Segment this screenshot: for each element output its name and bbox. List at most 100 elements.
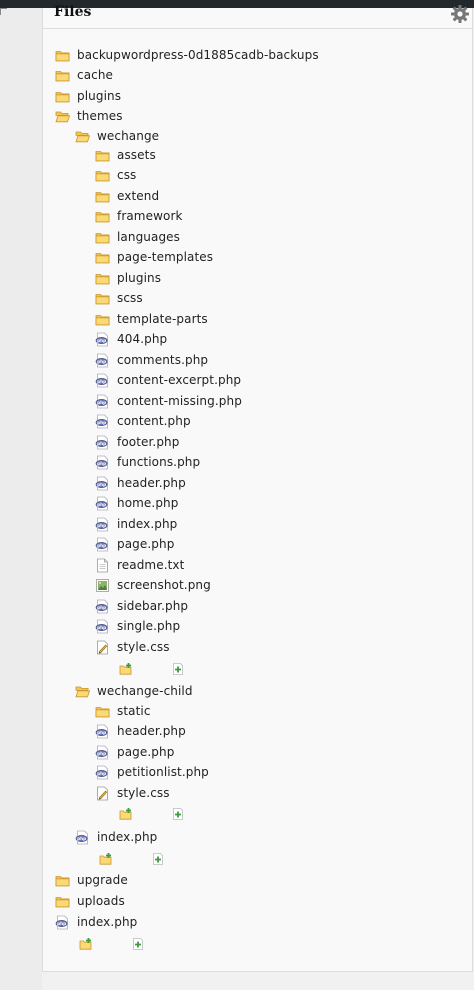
tree-folder-item[interactable]: css	[95, 166, 136, 184]
tree-folder-item[interactable]: scss	[95, 289, 143, 307]
tree-file-item[interactable]: php home.php	[95, 494, 178, 512]
tree-item-label[interactable]: comments.php	[117, 353, 208, 367]
tree-item-label[interactable]: uploads	[77, 894, 125, 908]
tree-item-label[interactable]: header.php	[117, 476, 186, 490]
tree-file-item[interactable]: readme.txt	[95, 556, 184, 574]
tree-item-label[interactable]: themes	[77, 109, 123, 123]
tree-file-item[interactable]: php footer.php	[95, 433, 179, 451]
php-file-icon: php	[95, 476, 110, 491]
tree-item-label[interactable]: plugins	[117, 271, 161, 285]
tree-file-item[interactable]: style.css	[95, 638, 170, 656]
tree-item-label[interactable]: backupwordpress-0d1885cadb-backups	[77, 48, 319, 62]
tree-item-label[interactable]: index.php	[97, 830, 157, 844]
tree-folder-item[interactable]: template-parts	[95, 310, 208, 328]
new-folder-icon[interactable]	[99, 852, 113, 866]
tree-file-item[interactable]: php single.php	[95, 617, 180, 635]
tree-file-item[interactable]: php content-missing.php	[95, 392, 242, 410]
tree-item-label[interactable]: scss	[117, 291, 143, 305]
tree-item-label[interactable]: header.php	[117, 724, 186, 738]
tree-item-label[interactable]: plugins	[77, 89, 121, 103]
add-actions	[119, 662, 185, 676]
tree-file-item[interactable]: screenshot.png	[95, 576, 211, 594]
tree-item-label[interactable]: style.css	[117, 640, 170, 654]
tree-item-label[interactable]: wechange	[97, 129, 159, 143]
tree-item-label[interactable]: petitionlist.php	[117, 765, 209, 779]
tree-file-item[interactable]: php index.php	[95, 515, 177, 533]
php-file-icon: php	[95, 455, 110, 470]
tree-folder-item[interactable]: cache	[55, 66, 113, 84]
new-folder-icon[interactable]	[79, 937, 93, 951]
tree-file-item[interactable]: php sidebar.php	[95, 597, 188, 615]
tree-folder-item[interactable]: languages	[95, 228, 180, 246]
tree-file-item[interactable]: php header.php	[95, 474, 186, 492]
new-file-icon[interactable]	[151, 852, 165, 866]
php-file-icon: php	[75, 830, 90, 845]
tree-folder-item[interactable]: plugins	[95, 269, 161, 287]
tree-file-item[interactable]: php content-excerpt.php	[95, 371, 241, 389]
svg-text:php: php	[97, 625, 106, 630]
tree-item-label[interactable]: content.php	[117, 414, 191, 428]
tree-folder-item[interactable]: upgrade	[55, 871, 128, 889]
tree-item-label[interactable]: index.php	[77, 915, 137, 929]
new-file-icon[interactable]	[131, 937, 145, 951]
tree-folder-item[interactable]: uploads	[55, 892, 125, 910]
tree-item-label[interactable]: functions.php	[117, 455, 200, 469]
tree-file-item[interactable]: php page.php	[95, 743, 174, 761]
tree-file-item[interactable]: php index.php	[75, 828, 157, 846]
tree-item-label[interactable]: single.php	[117, 619, 180, 633]
tree-file-item[interactable]: php comments.php	[95, 351, 208, 369]
tree-item-label[interactable]: home.php	[117, 496, 178, 510]
tree-folder-item[interactable]: wechange	[75, 127, 159, 145]
tree-file-item[interactable]: php header.php	[95, 722, 186, 740]
tree-item-label[interactable]: static	[117, 704, 151, 718]
new-file-icon[interactable]	[171, 807, 185, 821]
tree-folder-item[interactable]: extend	[95, 187, 159, 205]
tree-item-label[interactable]: upgrade	[77, 873, 128, 887]
tree-item-label[interactable]: css	[117, 168, 136, 182]
php-file-icon: php	[55, 915, 70, 930]
folder-icon	[95, 148, 110, 163]
tree-folder-item[interactable]: wechange-child	[75, 682, 193, 700]
tree-file-item[interactable]: style.css	[95, 784, 170, 802]
tree-file-item[interactable]: php petitionlist.php	[95, 763, 209, 781]
tree-item-label[interactable]: wechange-child	[97, 684, 193, 698]
new-folder-icon[interactable]	[119, 807, 133, 821]
php-file-icon: php	[95, 517, 110, 532]
php-file-icon: php	[95, 414, 110, 429]
tree-folder-item[interactable]: static	[95, 702, 151, 720]
tree-item-label[interactable]: page.php	[117, 537, 174, 551]
new-file-icon[interactable]	[171, 662, 185, 676]
tree-folder-item[interactable]: framework	[95, 207, 183, 225]
tree-item-label[interactable]: page-templates	[117, 250, 213, 264]
tree-item-label[interactable]: framework	[117, 209, 183, 223]
tree-file-item[interactable]: php content.php	[95, 412, 191, 430]
tree-file-item[interactable]: php page.php	[95, 535, 174, 553]
tree-item-label[interactable]: readme.txt	[117, 558, 184, 572]
tree-item-label[interactable]: extend	[117, 189, 159, 203]
tree-folder-item[interactable]: assets	[95, 146, 156, 164]
tree-folder-item[interactable]: backupwordpress-0d1885cadb-backups	[55, 46, 319, 64]
svg-text:php: php	[77, 836, 86, 841]
tree-item-label[interactable]: content-missing.php	[117, 394, 242, 408]
tree-item-label[interactable]: index.php	[117, 517, 177, 531]
tree-item-label[interactable]: footer.php	[117, 435, 179, 449]
tree-item-label[interactable]: screenshot.png	[117, 578, 211, 592]
tree-item-label[interactable]: 404.php	[117, 332, 167, 346]
tree-item-label[interactable]: languages	[117, 230, 180, 244]
tree-file-item[interactable]: php 404.php	[95, 330, 167, 348]
tree-item-label[interactable]: template-parts	[117, 312, 208, 326]
tree-folder-item[interactable]: themes	[55, 107, 123, 125]
folder-icon	[95, 704, 110, 719]
tree-item-label[interactable]: style.css	[117, 786, 170, 800]
tree-item-label[interactable]: sidebar.php	[117, 599, 188, 613]
tree-folder-item[interactable]: page-templates	[95, 248, 213, 266]
tree-item-label[interactable]: cache	[77, 68, 113, 82]
tree-item-label[interactable]: page.php	[117, 745, 174, 759]
new-folder-icon[interactable]	[119, 662, 133, 676]
tree-item-label[interactable]: content-excerpt.php	[117, 373, 241, 387]
tree-item-label[interactable]: assets	[117, 148, 156, 162]
tree-file-item[interactable]: php index.php	[55, 913, 137, 931]
tree-folder-item[interactable]: plugins	[55, 87, 121, 105]
tree-file-item[interactable]: php functions.php	[95, 453, 200, 471]
php-file-icon: php	[95, 619, 110, 634]
